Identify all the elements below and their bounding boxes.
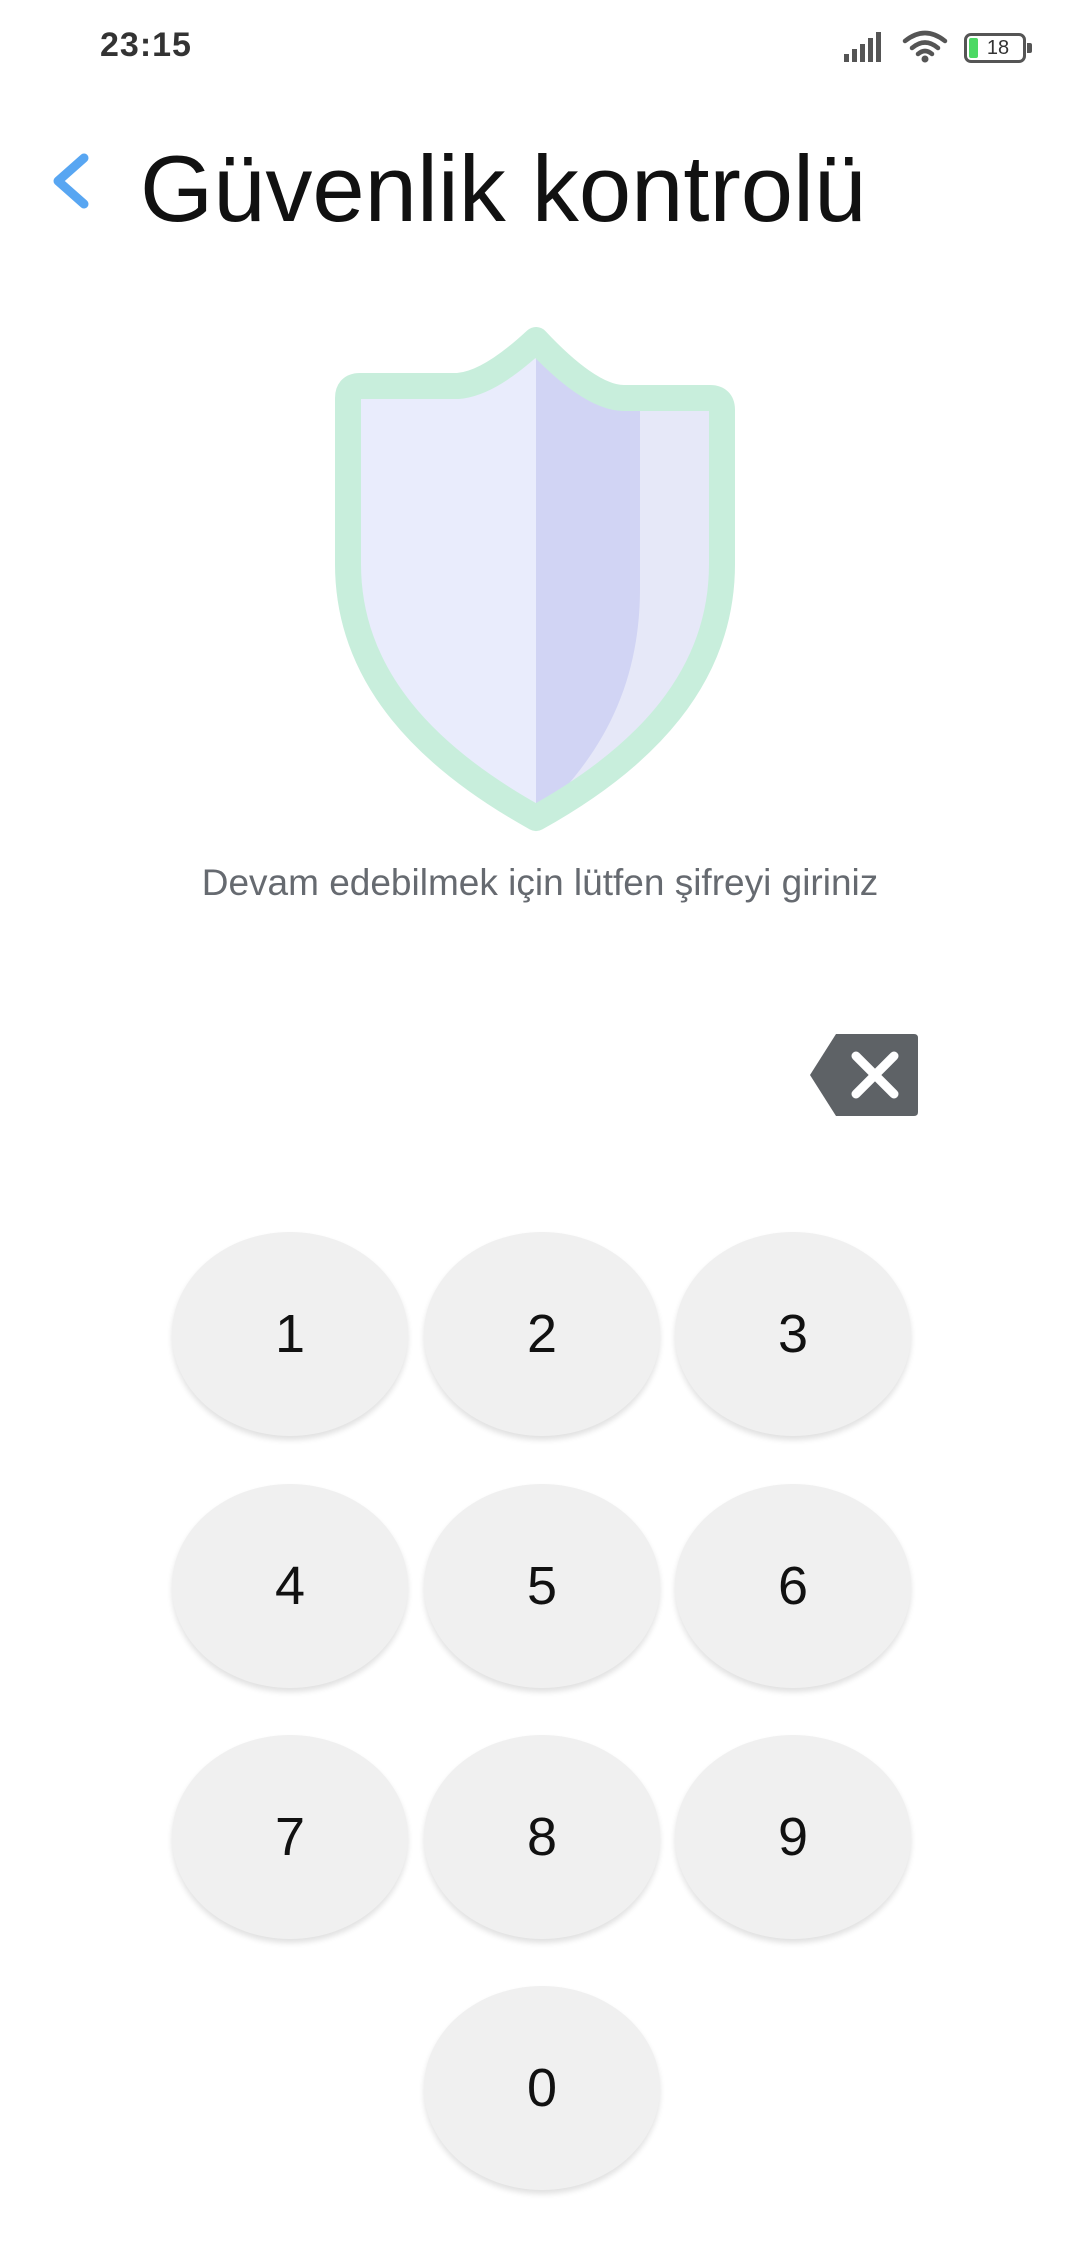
password-prompt: Devam edebilmek için lütfen şifreyi giri… [201, 862, 879, 903]
backspace-icon [810, 1034, 918, 1116]
key-5[interactable]: 5 [424, 1484, 660, 1688]
battery-icon: 18 [964, 33, 1032, 63]
key-1[interactable]: 1 [172, 1232, 408, 1436]
header: Güvenlik kontrolü [0, 120, 1080, 250]
status-icons: 18 [842, 28, 1032, 68]
key-8[interactable]: 8 [424, 1735, 660, 1939]
key-2[interactable]: 2 [424, 1232, 660, 1436]
key-3[interactable]: 3 [675, 1232, 911, 1436]
battery-level: 18 [986, 37, 1010, 59]
key-9[interactable]: 9 [675, 1735, 911, 1939]
security-check-screen: 23:15 18 Güvenlik kontrolü Devam edebilm… [0, 0, 1080, 2246]
key-4[interactable]: 4 [172, 1484, 408, 1688]
status-bar: 23:15 18 [0, 0, 1080, 96]
delete-button[interactable] [808, 1032, 920, 1118]
shield-icon [335, 327, 735, 831]
chevron-left-icon [53, 153, 89, 209]
page-title: Güvenlik kontrolü [140, 136, 867, 241]
wifi-icon [902, 29, 948, 68]
key-7[interactable]: 7 [172, 1735, 408, 1939]
key-0[interactable]: 0 [424, 1986, 660, 2190]
signal-icon [842, 30, 886, 67]
key-6[interactable]: 6 [675, 1484, 911, 1688]
status-time: 23:15 [100, 26, 192, 64]
back-button[interactable] [36, 136, 106, 226]
